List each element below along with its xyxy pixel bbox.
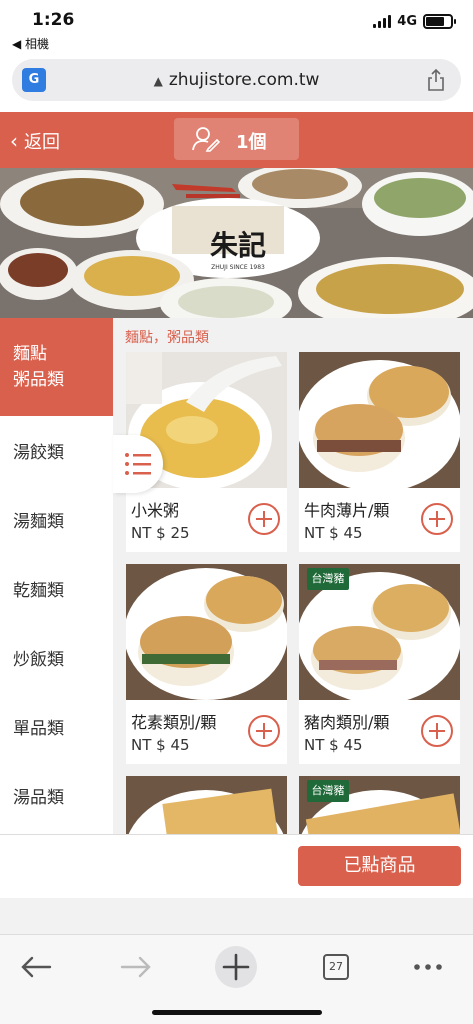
status-bar: 1:26 ◀ 相機 4G — [0, 0, 473, 56]
forward-arrow-icon[interactable] — [114, 945, 158, 989]
footer-spacer — [0, 898, 473, 934]
sidebar-item-label: 炒飯類 — [13, 650, 64, 670]
sidebar-item-single-items[interactable]: 單品類 — [0, 692, 113, 761]
back-label: 返回 — [24, 132, 60, 153]
product-price: NT $ 45 — [304, 524, 363, 542]
sidebar-item-label: 單品類 — [13, 719, 64, 739]
new-tab-icon[interactable] — [214, 945, 258, 989]
product-price: NT $ 25 — [131, 524, 190, 542]
back-to-camera-link[interactable]: ◀ 相機 — [12, 35, 49, 52]
battery-icon — [423, 14, 456, 29]
product-card[interactable]: 台灣豬 — [299, 776, 460, 834]
add-to-cart-button[interactable] — [248, 503, 280, 535]
sidebar-item-noodle-congee[interactable]: 麵點 粥品類 — [0, 318, 113, 416]
signal-icon — [373, 15, 392, 28]
product-image: 台灣豬 — [299, 564, 460, 700]
back-arrow-icon[interactable] — [14, 945, 58, 989]
chevron-left-icon: ‹ — [10, 129, 18, 153]
taiwan-pork-badge: 台灣豬 — [307, 780, 349, 802]
product-image — [126, 564, 287, 700]
product-image: 台灣豬 — [299, 776, 460, 834]
sidebar-item-soup-dumplings[interactable]: 湯餃類 — [0, 416, 113, 485]
list-icon — [125, 453, 151, 475]
sidebar-item-soup-noodles[interactable]: 湯麵類 — [0, 485, 113, 554]
product-name: 小米粥 — [131, 501, 180, 520]
product-card[interactable] — [126, 776, 287, 834]
back-button[interactable]: ‹ 返回 — [10, 128, 60, 154]
cart-count-button[interactable]: 1個 — [174, 118, 299, 160]
product-image — [126, 776, 287, 834]
url-text: zhujistore.com.tw — [168, 70, 320, 90]
ordered-items-button[interactable]: 已點商品 — [298, 846, 461, 886]
add-to-cart-button[interactable] — [421, 715, 453, 747]
product-name: 牛肉薄片/顆 — [304, 501, 390, 520]
sidebar-item-soups[interactable]: 湯品類 — [0, 761, 113, 830]
product-card[interactable]: 花素類別/顆 NT $ 45 — [126, 564, 287, 764]
sidebar-item-label: 湯餃類 — [13, 443, 64, 463]
order-footer: 已點商品 — [0, 834, 473, 898]
brand-logo: 朱記 ZHUJI SINCE 1983 — [209, 229, 266, 271]
sidebar-item-label: 麵點 粥品類 — [13, 343, 64, 390]
product-card[interactable]: 牛肉薄片/顆 NT $ 45 — [299, 352, 460, 552]
hero-banner: 朱記 ZHUJI SINCE 1983 — [0, 168, 473, 318]
product-list: 麵點，粥品類 小米粥 NT $ 25 牛肉薄片/顆 NT $ 45 花素類別/顆… — [113, 318, 473, 834]
tab-count: 27 — [323, 954, 349, 980]
user-edit-icon — [192, 127, 220, 152]
sidebar-item-label: 乾麵類 — [13, 581, 64, 601]
add-to-cart-button[interactable] — [248, 715, 280, 747]
category-title: 麵點，粥品類 — [125, 330, 209, 346]
page-header: ‹ 返回 1個 — [0, 112, 473, 168]
product-image — [299, 352, 460, 488]
sidebar-item-label: 湯麵類 — [13, 512, 64, 532]
category-sidebar: 麵點 粥品類 湯餃類 湯麵類 乾麵類 炒飯類 單品類 湯品類 — [0, 318, 113, 834]
network-type: 4G — [397, 14, 417, 29]
tab-switcher-button[interactable]: 27 — [314, 945, 358, 989]
more-icon[interactable] — [406, 945, 450, 989]
add-to-cart-button[interactable] — [421, 503, 453, 535]
address-bar-container: G ▲ zhujistore.com.tw — [0, 56, 473, 112]
sidebar-item-fried-rice[interactable]: 炒飯類 — [0, 623, 113, 692]
product-name: 花素類別/顆 — [131, 713, 217, 732]
sidebar-item-label: 湯品類 — [13, 788, 64, 808]
not-secure-icon: ▲ — [153, 74, 163, 88]
url-field[interactable]: ▲ zhujistore.com.tw — [12, 70, 461, 90]
product-name: 豬肉類別/顆 — [304, 713, 390, 732]
taiwan-pork-badge: 台灣豬 — [307, 568, 349, 590]
cart-count: 1個 — [236, 132, 267, 153]
product-price: NT $ 45 — [131, 736, 190, 754]
home-indicator — [152, 1010, 322, 1015]
status-time: 1:26 — [32, 10, 75, 30]
product-price: NT $ 45 — [304, 736, 363, 754]
product-card[interactable]: 台灣豬 豬肉類別/顆 NT $ 45 — [299, 564, 460, 764]
address-bar[interactable]: G ▲ zhujistore.com.tw — [12, 59, 461, 101]
sidebar-item-dry-noodles[interactable]: 乾麵類 — [0, 554, 113, 623]
share-icon[interactable] — [427, 69, 445, 91]
